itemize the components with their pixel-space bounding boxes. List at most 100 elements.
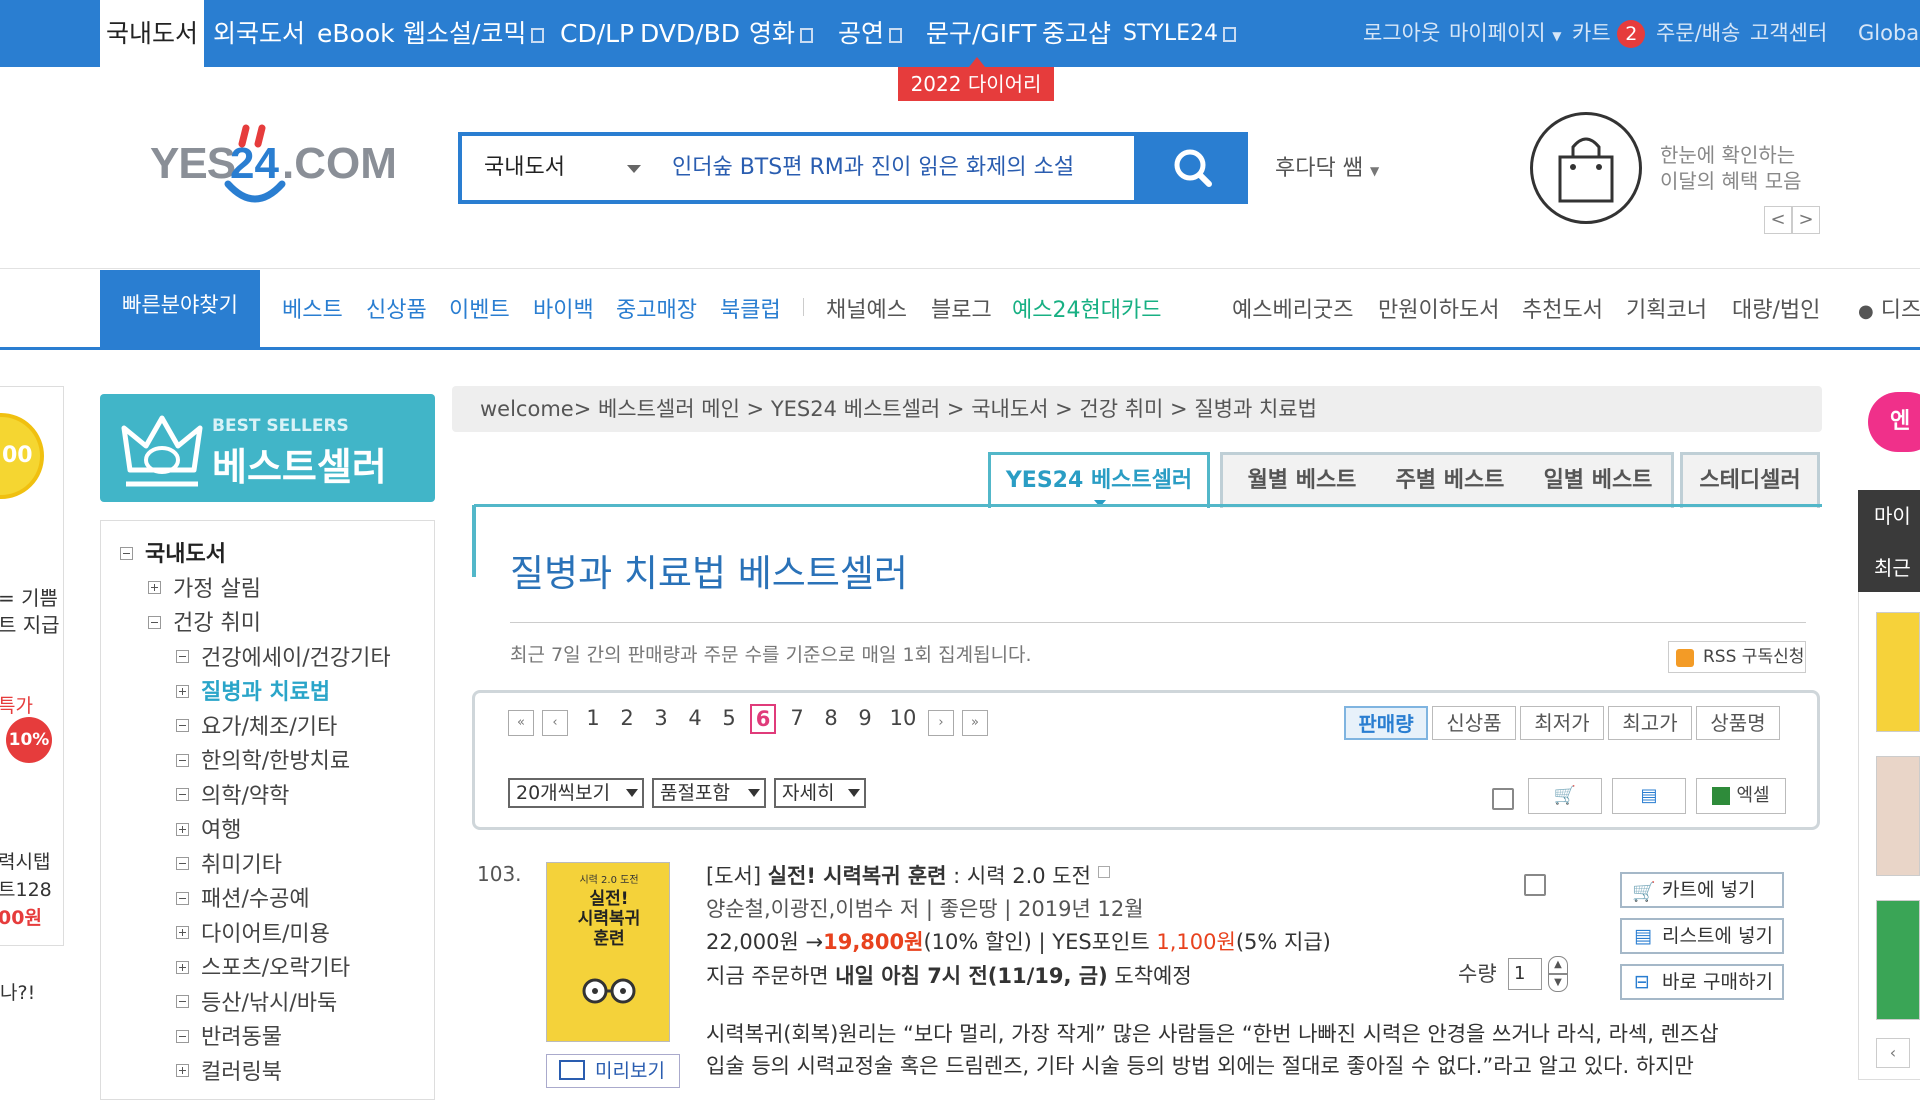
topnav-ebook[interactable]: eBook xyxy=(317,0,395,67)
tree-item[interactable]: 반려동물 xyxy=(176,1019,282,1051)
stepper-down-icon[interactable]: ▼ xyxy=(1548,974,1568,992)
tree-item[interactable]: 한의학/한방치료 xyxy=(176,743,350,775)
catnav-under-10000[interactable]: 만원이하도서 xyxy=(1378,292,1499,324)
catnav-best[interactable]: 베스트 xyxy=(282,292,343,324)
stepper-up-icon[interactable]: ▲ xyxy=(1548,956,1568,974)
cart-link[interactable]: 카트 2 xyxy=(1572,0,1646,67)
catnav-bookclub[interactable]: 북클럽 xyxy=(720,292,781,324)
sort-lowest[interactable]: 최저가 xyxy=(1520,706,1604,740)
excel-button[interactable]: 엑셀 xyxy=(1696,778,1786,814)
yes24-logo[interactable]: YES 24 .COM xyxy=(150,118,410,218)
catnav-bulk[interactable]: 대량/법인 xyxy=(1732,292,1820,324)
page-number[interactable]: 6 xyxy=(750,704,776,734)
logout-link[interactable]: 로그아웃 xyxy=(1363,0,1440,67)
expand-icon[interactable] xyxy=(176,822,189,836)
collapse-icon[interactable] xyxy=(176,1029,189,1043)
soldout-select[interactable]: 품절포함 xyxy=(652,778,766,808)
tab-daily[interactable]: 일별 베스트 xyxy=(1533,455,1663,507)
recent-item-thumbnail[interactable] xyxy=(1876,756,1920,876)
add-selected-list-button[interactable]: ▤ xyxy=(1612,778,1686,814)
catnav-disney[interactable]: ● 디즈 xyxy=(1858,292,1920,324)
expand-icon[interactable] xyxy=(176,960,189,974)
catnav-recommended[interactable]: 추천도서 xyxy=(1522,292,1603,324)
rss-subscribe-button[interactable]: RSS 구독신청 xyxy=(1668,641,1806,673)
catnav-special[interactable]: 기획코너 xyxy=(1626,292,1707,324)
add-to-cart-button[interactable]: 🛒 카트에 넣기 xyxy=(1620,872,1784,908)
page-number[interactable]: 4 xyxy=(682,706,708,730)
page-number[interactable]: 7 xyxy=(784,706,810,730)
page-number[interactable]: 10 xyxy=(886,706,920,730)
expand-icon[interactable] xyxy=(176,926,189,939)
last-page-button[interactable]: » xyxy=(962,710,988,736)
quantity-input[interactable]: 1 xyxy=(1508,958,1542,990)
select-all-checkbox[interactable] xyxy=(1492,788,1514,810)
catnav-channel-yes[interactable]: 채널예스 xyxy=(826,292,907,324)
page-number[interactable]: 3 xyxy=(648,706,674,730)
prev-page-button[interactable]: ‹ xyxy=(542,710,568,736)
search-button[interactable] xyxy=(1138,132,1248,204)
global-link[interactable]: Global xyxy=(1858,0,1920,67)
page-number[interactable]: 2 xyxy=(614,706,640,730)
tree-item[interactable]: 등산/낚시/바둑 xyxy=(176,985,337,1017)
expand-icon[interactable] xyxy=(176,684,189,698)
sort-name[interactable]: 상품명 xyxy=(1696,706,1780,740)
collapse-icon[interactable] xyxy=(120,546,133,560)
topnav-cdlp[interactable]: CD/LP xyxy=(560,0,634,67)
recent-prev-button[interactable]: ‹ xyxy=(1876,1038,1910,1068)
tab-yes24-bestseller[interactable]: YES24 베스트셀러 xyxy=(988,452,1210,508)
page-number[interactable]: 8 xyxy=(818,706,844,730)
expand-icon[interactable] xyxy=(148,581,161,594)
topnav-korean-books[interactable]: 국내도서 xyxy=(100,0,204,67)
user-greeting[interactable]: 후다닥 쌤 ▼ xyxy=(1275,150,1379,182)
tree-item[interactable]: 건강 취미 xyxy=(148,605,261,637)
tree-item[interactable]: 여행 xyxy=(176,812,241,844)
expand-icon[interactable] xyxy=(176,1064,189,1077)
catnav-buyback[interactable]: 바이백 xyxy=(533,292,594,324)
preview-button[interactable]: 미리보기 xyxy=(546,1054,680,1088)
catnav-new[interactable]: 신상품 xyxy=(366,292,427,324)
page-number[interactable]: 5 xyxy=(716,706,742,730)
benefit-next-button[interactable]: > xyxy=(1792,206,1820,234)
first-page-button[interactable]: « xyxy=(508,710,534,736)
tree-item[interactable]: 취미기타 xyxy=(176,847,282,879)
mypage-menu[interactable]: 마이페이지 ▼ xyxy=(1449,0,1562,67)
topnav-foreign-books[interactable]: 외국도서 xyxy=(213,0,305,67)
view-mode-select[interactable]: 자세히 xyxy=(774,778,866,808)
collapse-icon[interactable] xyxy=(176,753,189,767)
tree-item[interactable]: 국내도서 xyxy=(120,536,226,568)
right-event-badge[interactable]: 엔 xyxy=(1868,392,1920,452)
new-window-icon[interactable] xyxy=(1097,866,1110,878)
collapse-icon[interactable] xyxy=(176,995,189,1008)
customer-center-link[interactable]: 고객센터 xyxy=(1750,0,1827,67)
catnav-event[interactable]: 이벤트 xyxy=(449,292,510,324)
collapse-icon[interactable] xyxy=(176,857,189,870)
chevron-down-icon[interactable] xyxy=(627,165,641,173)
tree-item[interactable]: 가정 살림 xyxy=(148,571,261,603)
add-selected-cart-button[interactable]: 🛒 xyxy=(1528,778,1602,814)
right-recent[interactable]: 최근 xyxy=(1874,552,1911,581)
next-page-button[interactable]: › xyxy=(928,710,954,736)
topnav-dvdbd[interactable]: DVD/BD xyxy=(640,0,740,67)
catnav-hyundai-card[interactable]: 예스24현대카드 xyxy=(1012,292,1161,324)
breadcrumb[interactable]: welcome> 베스트셀러 메인 > YES24 베스트셀러 > 국내도서 >… xyxy=(452,386,1822,432)
catnav-blog[interactable]: 블로그 xyxy=(931,292,992,324)
page-number[interactable]: 9 xyxy=(852,706,878,730)
sort-highest[interactable]: 최고가 xyxy=(1608,706,1692,740)
collapse-icon[interactable] xyxy=(176,891,189,905)
item-title-link[interactable]: 실전! 시력복귀 훈련 xyxy=(768,864,947,888)
tree-item[interactable]: 패션/수공예 xyxy=(176,881,310,913)
shopping-bag-icon[interactable] xyxy=(1530,112,1642,224)
quick-category-button[interactable]: 빠른분야찾기 xyxy=(100,270,260,350)
per-page-select[interactable]: 20개씩보기 xyxy=(508,778,644,808)
benefit-text[interactable]: 한눈에 확인하는 이달의 혜택 모음 xyxy=(1660,142,1802,194)
right-mypage[interactable]: 마이 xyxy=(1874,500,1911,529)
topnav-webnovel[interactable]: 웹소설/코믹 xyxy=(403,0,545,67)
tree-item[interactable]: 의학/약학 xyxy=(176,778,289,810)
tree-item[interactable]: 질병과 치료법 xyxy=(176,674,330,706)
tree-item[interactable]: 요가/체조/기타 xyxy=(176,709,337,741)
left-ad-strip[interactable]: 00 = 기쁨 트 지급 특가 10% 력시탭 트128 00원 xyxy=(0,386,64,946)
search-input[interactable]: 인더숲 BTS편 RM과 진이 읽은 화제의 소설 xyxy=(672,136,1074,200)
orders-link[interactable]: 주문/배송 xyxy=(1656,0,1740,67)
item-checkbox[interactable] xyxy=(1524,874,1546,896)
collapse-icon[interactable] xyxy=(176,788,189,801)
